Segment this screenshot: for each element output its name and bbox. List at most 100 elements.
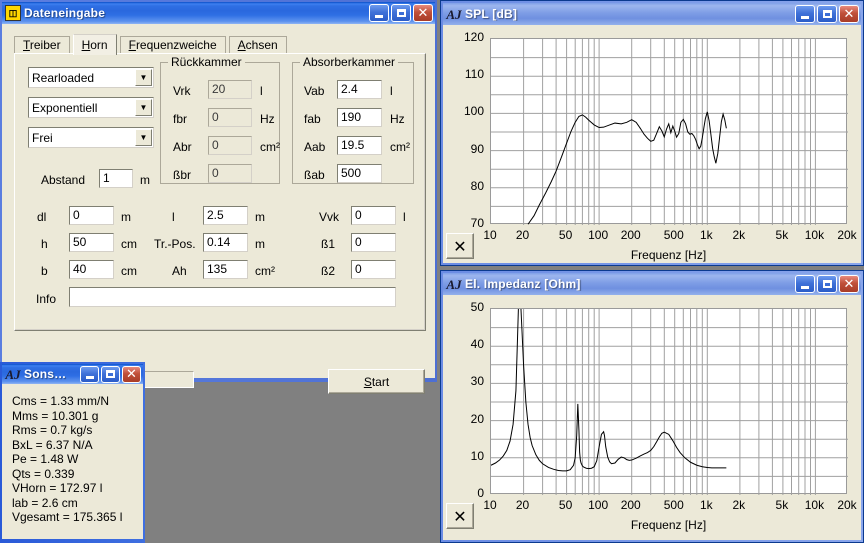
unit-l: m (255, 210, 265, 224)
close-plot-button[interactable]: ✕ (446, 233, 474, 259)
titlebar-spl[interactable]: AJ SPL [dB] ✕ (443, 3, 861, 25)
maximize-button[interactable] (101, 366, 120, 383)
y-tick-label: 30 (454, 374, 484, 388)
label-fab: fab (304, 112, 321, 126)
input-fbr[interactable]: 0 (208, 108, 252, 127)
tab-horn[interactable]: Horn (73, 34, 117, 55)
close-plot-button[interactable]: ✕ (446, 503, 474, 529)
minimize-button[interactable] (795, 5, 815, 23)
sons-body: Cms = 1.33 mm/N Mms = 10.301 g Rms = 0.7… (2, 384, 143, 539)
input-b[interactable]: 40 (69, 260, 114, 279)
unit-vvk: l (403, 210, 406, 224)
tab-treiber[interactable]: Treiber (14, 36, 70, 54)
close-button[interactable]: ✕ (413, 4, 433, 22)
input-aab[interactable]: 19.5 (337, 136, 382, 155)
titlebar-sons[interactable]: AJ Sons… ✕ (2, 364, 143, 384)
label-ah: Ah (172, 264, 187, 278)
param-pe: Pe = 1.48 W (12, 452, 143, 467)
input-h[interactable]: 50 (69, 233, 114, 252)
maximize-button[interactable] (817, 5, 837, 23)
window-title: El. Impedanz [Ohm] (465, 277, 795, 291)
start-button[interactable]: Start (328, 369, 425, 394)
chevron-down-icon[interactable]: ▼ (135, 129, 152, 146)
tab-accel: T (23, 38, 30, 52)
y-tick-label: 10 (454, 449, 484, 463)
spl-xlabel: Frequenz [Hz] (490, 248, 847, 262)
input-fab[interactable]: 190 (337, 108, 382, 127)
unit-b: cm (121, 264, 137, 278)
input-ssbr[interactable]: 0 (208, 164, 252, 183)
input-l[interactable]: 2.5 (203, 206, 248, 225)
label-tr-pos: Tr.-Pos. (154, 237, 196, 251)
tab-accel: H (82, 38, 91, 52)
window-frame: AJ El. Impedanz [Ohm] ✕ 01020304050 1020… (441, 271, 863, 542)
titlebar-impedance[interactable]: AJ El. Impedanz [Ohm] ✕ (443, 273, 861, 295)
x-tick-label: 200 (614, 498, 648, 512)
label-vrk: Vrk (173, 84, 191, 98)
window-title: Dateneingabe (24, 6, 369, 20)
input-ah[interactable]: 135 (203, 260, 248, 279)
label-abstand: Abstand (41, 173, 85, 187)
combo-enclosure-type[interactable]: Rearloaded ▼ (28, 67, 154, 88)
tab-label-rest: reiber (30, 38, 61, 52)
input-dl[interactable]: 0 (69, 206, 114, 225)
tab-frequenzweiche[interactable]: Frequenzweiche (120, 36, 226, 54)
desktop: ◫ Dateneingabe ✕ Treiber Horn Frequenzwe… (0, 0, 864, 543)
x-tick-label: 20 (506, 228, 540, 242)
aj-icon: AJ (446, 276, 462, 292)
label-ssab: ßab (304, 168, 325, 182)
combo-value: Rearloaded (32, 71, 135, 85)
combo-placement[interactable]: Frei ▼ (28, 127, 154, 148)
chevron-down-icon[interactable]: ▼ (135, 99, 152, 116)
x-tick-label: 2k (722, 228, 756, 242)
input-ss1[interactable]: 0 (351, 233, 396, 252)
input-tr-pos[interactable]: 0.14 (203, 233, 248, 252)
input-abstand[interactable]: 1 (99, 169, 133, 188)
minimize-button[interactable] (80, 366, 99, 383)
window-impedance: AJ El. Impedanz [Ohm] ✕ 01020304050 1020… (440, 270, 864, 543)
param-rms: Rms = 0.7 kg/s (12, 423, 143, 438)
input-info[interactable] (69, 287, 396, 307)
titlebar-dateneingabe[interactable]: ◫ Dateneingabe ✕ (2, 2, 435, 24)
maximize-button[interactable] (391, 4, 411, 22)
input-vvk[interactable]: 0 (351, 206, 396, 225)
minimize-button[interactable] (369, 4, 389, 22)
label-vvk: Vvk (319, 210, 339, 224)
close-button[interactable]: ✕ (122, 366, 141, 383)
group-legend: Absorberkammer (300, 55, 398, 69)
x-tick-label: 100 (581, 498, 615, 512)
unit-fab: Hz (390, 112, 405, 126)
label-info: Info (36, 292, 56, 306)
x-tick-label: 10 (473, 498, 507, 512)
combo-horn-contour[interactable]: Exponentiell ▼ (28, 97, 154, 118)
input-vrk[interactable]: 20 (208, 80, 252, 99)
x-tick-label: 20k (830, 228, 864, 242)
param-lab: lab = 2.6 cm (12, 496, 143, 511)
unit-ah: cm² (255, 264, 275, 278)
label-dl: dl (37, 210, 46, 224)
tab-label-rest: requenzweiche (136, 38, 217, 52)
close-button[interactable]: ✕ (839, 275, 859, 293)
window-dateneingabe: ◫ Dateneingabe ✕ Treiber Horn Frequenzwe… (0, 0, 437, 382)
maximize-button[interactable] (817, 275, 837, 293)
label-ss1: ß1 (321, 237, 335, 251)
minimize-button[interactable] (795, 275, 815, 293)
window-frame: AJ Sons… ✕ Cms = 1.33 mm/N Mms = 10.301 … (0, 362, 145, 543)
x-tick-label: 20 (506, 498, 540, 512)
tab-achsen[interactable]: Achsen (229, 36, 287, 54)
y-tick-label: 100 (454, 104, 484, 118)
close-button[interactable]: ✕ (839, 5, 859, 23)
label-h: h (41, 237, 48, 251)
label-b: b (41, 264, 48, 278)
chevron-down-icon[interactable]: ▼ (135, 69, 152, 86)
input-abr[interactable]: 0 (208, 136, 252, 155)
label-ssbr: ßbr (173, 168, 191, 182)
input-ssab[interactable]: 500 (337, 164, 382, 183)
titlebar-buttons: ✕ (795, 275, 859, 293)
input-ss2[interactable]: 0 (351, 260, 396, 279)
input-vab[interactable]: 2.4 (337, 80, 382, 99)
tabpanel-horn: Rearloaded ▼ Exponentiell ▼ Frei ▼ Absta… (14, 53, 426, 331)
param-mms: Mms = 10.301 g (12, 409, 143, 424)
unit-vab: l (390, 84, 393, 98)
spl-body: 708090100110120 1020501002005001k2k5k10k… (443, 25, 861, 263)
